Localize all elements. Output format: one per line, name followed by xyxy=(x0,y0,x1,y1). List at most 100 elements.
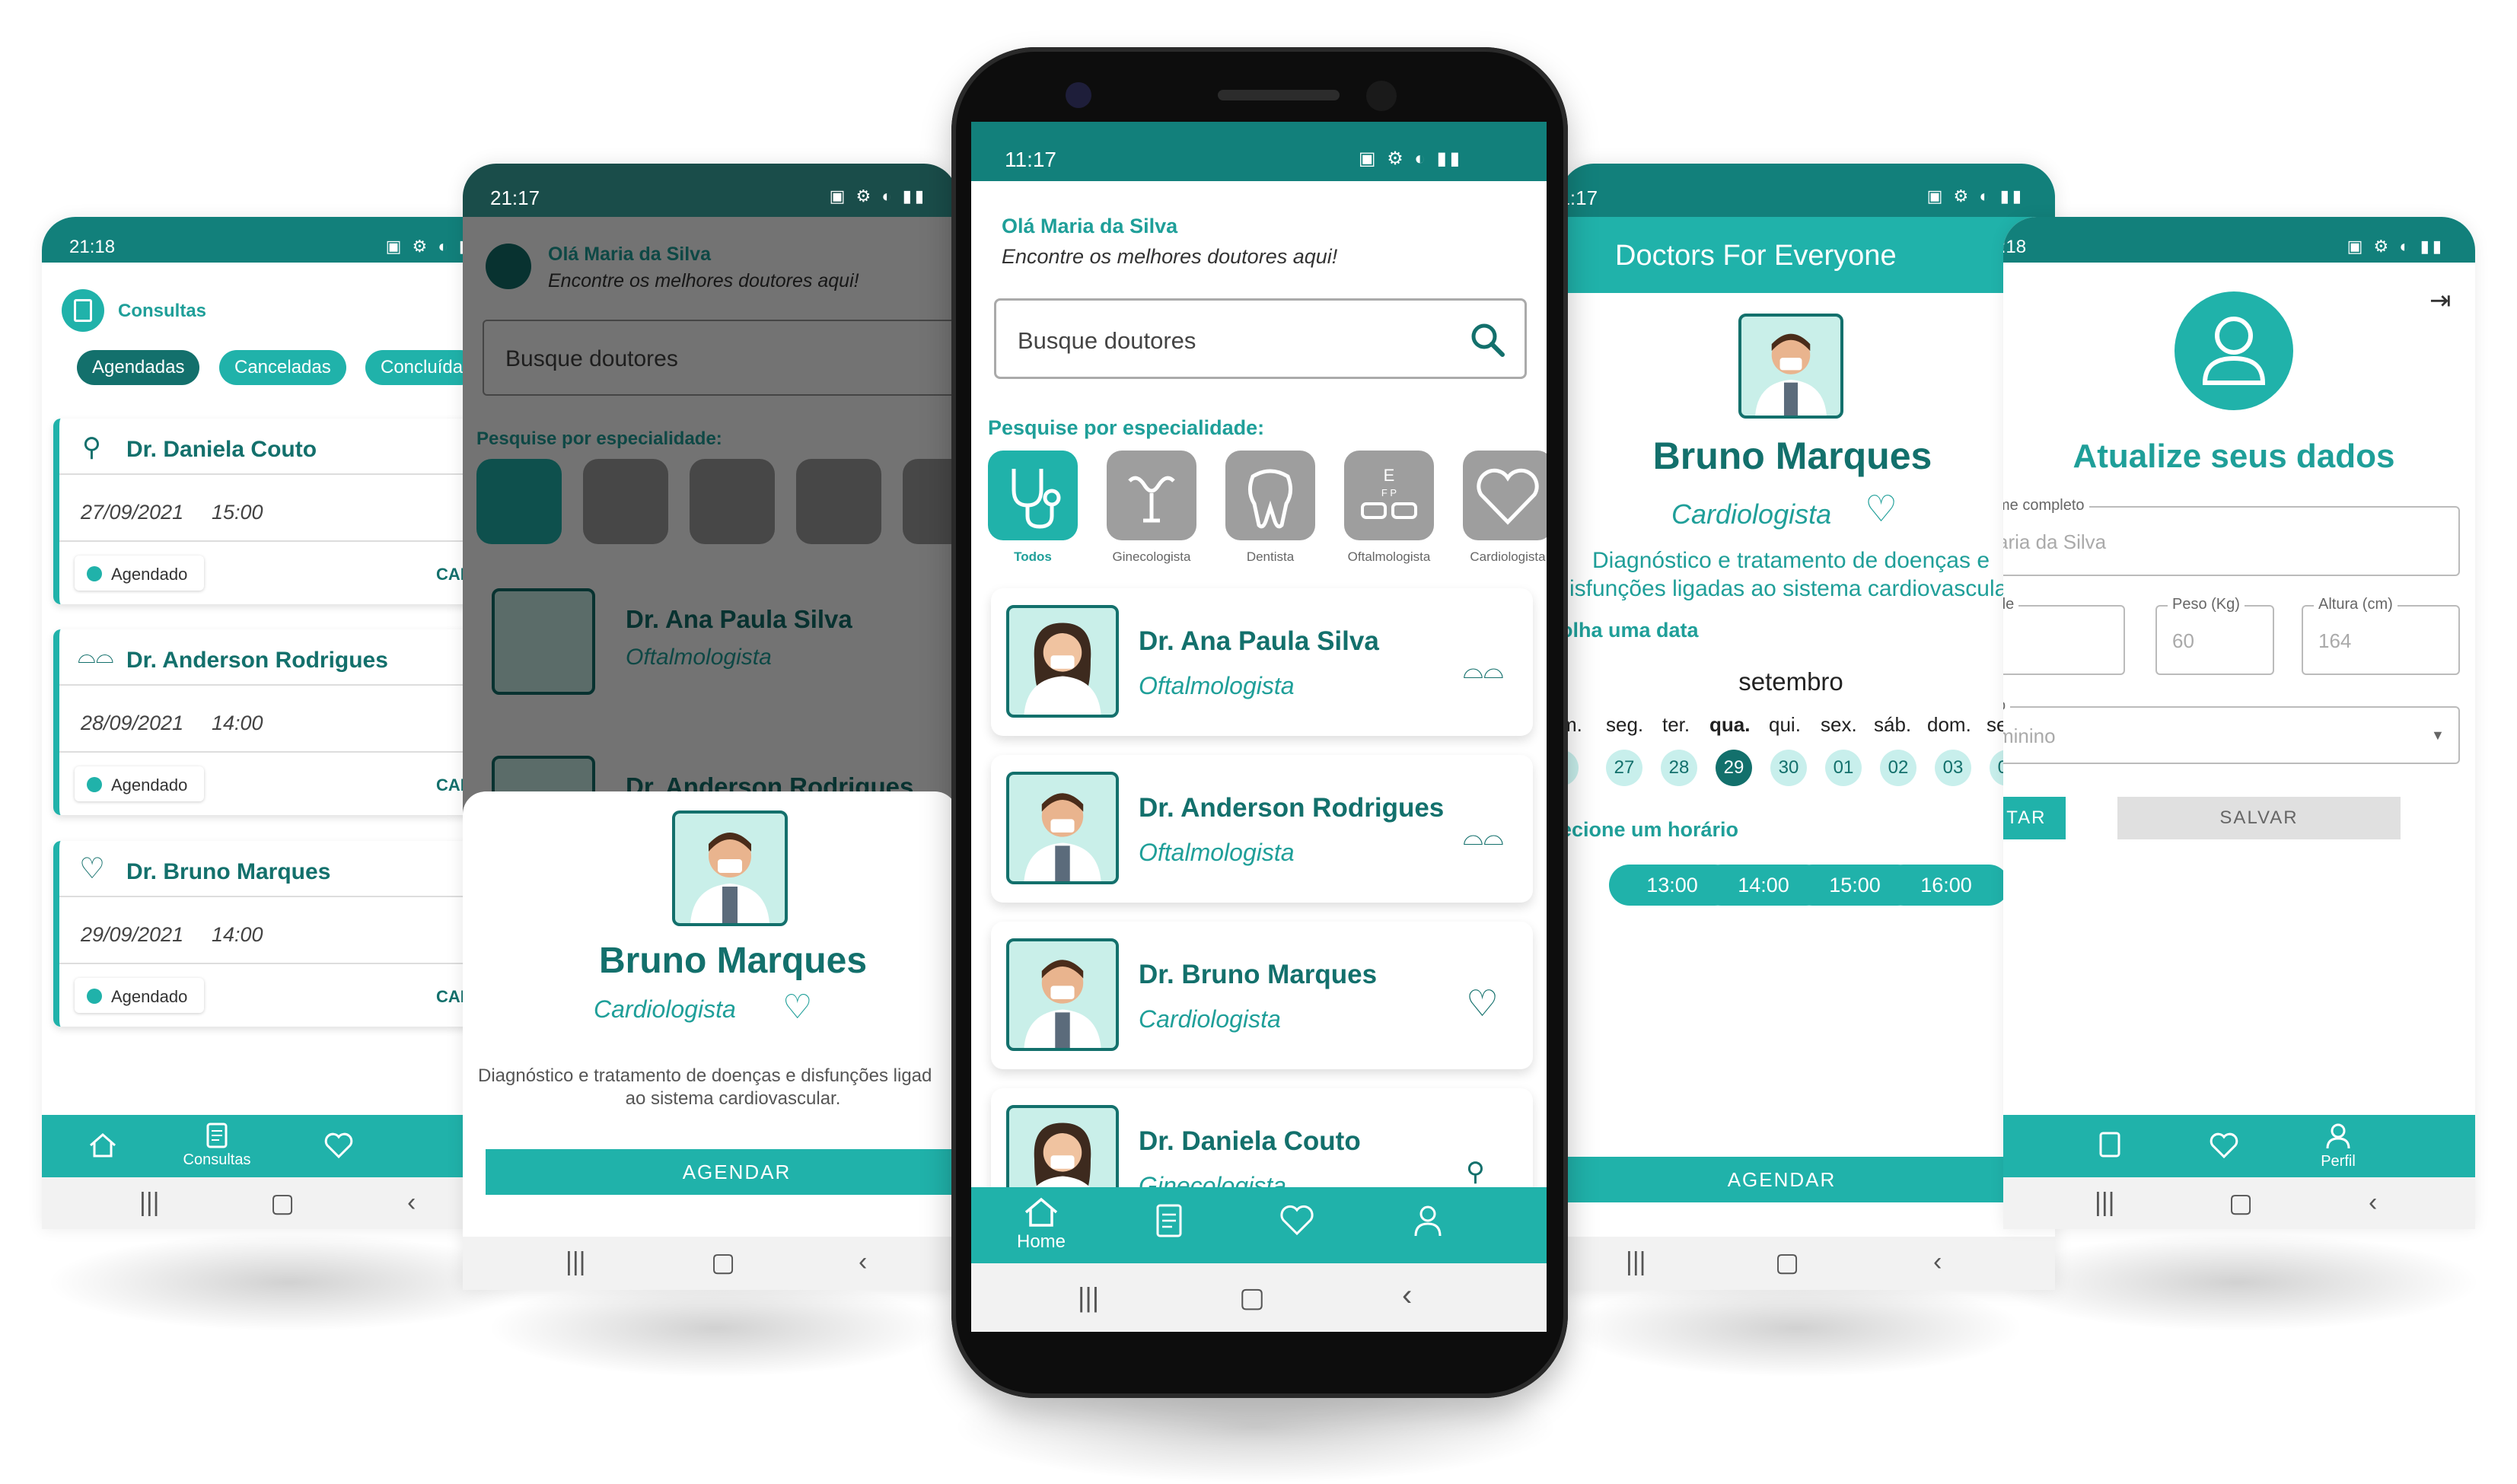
booking-screen: 21:17 ▣ ⚙ ◐ ▮▮ Doctors For Everyone Brun… xyxy=(1560,164,2055,1290)
time-slot[interactable]: 16:00 xyxy=(1883,865,2009,906)
tab-consultas[interactable] xyxy=(1123,1204,1215,1240)
heart-icon: ♡ xyxy=(1865,489,1898,530)
tab-consultas[interactable]: Consultas xyxy=(171,1123,263,1169)
specialty-cardiologista[interactable] xyxy=(1463,451,1547,540)
doctor-specialty: Cardiologista xyxy=(1139,1005,1281,1033)
schedule-button[interactable]: AGENDAR xyxy=(1560,1157,2026,1202)
filter-agendadas[interactable]: Agendadas xyxy=(77,350,200,385)
appointment-doctor: Dr. Bruno Marques xyxy=(126,859,331,884)
tab-favorites[interactable] xyxy=(2178,1132,2270,1162)
tab-perfil[interactable] xyxy=(1382,1204,1474,1240)
doctor-specialty: Cardiologista xyxy=(594,995,736,1023)
document-icon xyxy=(206,1123,228,1148)
day-chip[interactable]: 30 xyxy=(1770,750,1807,786)
status-bar: 21:18 ▣ ⚙ ◐ ▮▮ xyxy=(2003,217,2475,263)
appointment-time: 15:00 xyxy=(212,501,263,524)
sex-select[interactable]: o minino ▼ xyxy=(2003,697,2460,764)
weight-field[interactable]: Peso (Kg) 60 xyxy=(2155,596,2274,675)
recents-icon[interactable]: ||| xyxy=(1626,1247,1646,1277)
status-bar: 11:17 ▣ ⚙ ◐ ▮▮ xyxy=(971,122,1547,181)
appointment-card[interactable]: ♡ Dr. Bruno Marques 29/09/2021 14:00 Age… xyxy=(53,841,514,1027)
recents-icon[interactable]: ||| xyxy=(2095,1188,2115,1218)
document-icon xyxy=(1156,1204,1182,1237)
uterus-icon: ⚲ xyxy=(82,433,101,462)
doctor-name: Dr. Ana Paula Silva xyxy=(1139,626,1379,656)
filter-canceladas[interactable]: Canceladas xyxy=(219,350,346,385)
doctor-specialty: Oftalmologista xyxy=(1139,672,1295,699)
tab-favorites[interactable] xyxy=(1251,1204,1343,1239)
day-chip[interactable]: 01 xyxy=(1825,750,1862,786)
edit-button[interactable]: ITAR xyxy=(2003,797,2066,839)
day-chip-selected[interactable]: 29 xyxy=(1716,750,1752,786)
tab-favorites[interactable] xyxy=(293,1132,384,1162)
specialty-oftalmologista[interactable]: E F P xyxy=(1344,451,1434,540)
consultas-icon xyxy=(62,289,104,332)
main-screen: 11:17 ▣ ⚙ ◐ ▮▮ Olá Maria da Silva Encont… xyxy=(971,122,1547,1332)
heart-icon: ♡ xyxy=(79,853,106,885)
home-nav-icon[interactable]: ▢ xyxy=(1239,1282,1265,1314)
tab-perfil[interactable]: Perfil xyxy=(2292,1123,2384,1170)
specialty-dentista[interactable] xyxy=(1225,451,1315,540)
android-nav-bar: ||| ▢ ‹ xyxy=(42,1177,514,1229)
full-name-field[interactable]: me completo aria da Silva xyxy=(2003,497,2460,576)
appointment-time: 14:00 xyxy=(212,712,263,734)
status-badge: Agendado xyxy=(75,556,204,591)
tab-home[interactable]: Home xyxy=(996,1196,1087,1253)
schedule-button[interactable]: AGENDAR xyxy=(486,1149,957,1195)
home-nav-icon[interactable]: ▢ xyxy=(2229,1188,2253,1218)
day-chip[interactable]: 03 xyxy=(1935,750,1971,786)
android-nav-bar: ||| ▢ ‹ xyxy=(971,1263,1547,1332)
phone-earpiece xyxy=(1218,90,1340,100)
doctor-card[interactable]: Dr. Ana Paula Silva Oftalmologista ⌓⌓ xyxy=(991,588,1533,736)
user-icon xyxy=(2326,1123,2350,1149)
logout-icon[interactable]: ⇥ xyxy=(2429,285,2452,316)
back-icon[interactable]: ‹ xyxy=(2369,1188,2377,1218)
search-icon[interactable] xyxy=(1468,320,1508,360)
doctor-avatar xyxy=(672,810,788,926)
heart-icon: ♡ xyxy=(1466,984,1499,1024)
doctor-bottom-sheet: Bruno Marques Cardiologista ♡ Diagnóstic… xyxy=(463,791,957,1237)
tab-home[interactable] xyxy=(57,1132,148,1162)
doctor-name: Bruno Marques xyxy=(598,941,868,981)
back-icon[interactable]: ‹ xyxy=(407,1188,416,1218)
day-chip[interactable]: 28 xyxy=(1661,750,1697,786)
day-chip[interactable]: 27 xyxy=(1606,750,1642,786)
android-nav-bar: ||| ▢ ‹ xyxy=(463,1237,957,1290)
home-nav-icon[interactable]: ▢ xyxy=(270,1188,295,1218)
page-title: Atualize seus dados xyxy=(2073,438,2395,475)
day-chip[interactable]: 02 xyxy=(1880,750,1916,786)
specialty-ginecologista[interactable] xyxy=(1107,451,1196,540)
tab-consultas[interactable] xyxy=(2064,1132,2155,1161)
back-icon[interactable]: ‹ xyxy=(859,1247,867,1277)
age-field[interactable]: de xyxy=(2003,596,2125,675)
specialty-todos[interactable] xyxy=(988,451,1078,540)
recents-icon[interactable]: ||| xyxy=(1078,1282,1099,1314)
choose-time-label: ecione um horário xyxy=(1560,818,1739,841)
search-input[interactable]: Busque doutores xyxy=(994,298,1527,379)
home-nav-icon[interactable]: ▢ xyxy=(1775,1247,1799,1278)
appointment-card[interactable]: ⚲ Dr. Daniela Couto 27/09/2021 15:00 Age… xyxy=(53,419,514,604)
back-icon[interactable]: ‹ xyxy=(1933,1247,1942,1277)
doctor-name: Dr. Bruno Marques xyxy=(1139,960,1378,989)
specialty-heading: Pesquise por especialidade: xyxy=(988,416,1265,439)
save-button[interactable]: SALVAR xyxy=(2117,797,2401,839)
appointment-date: 28/09/2021 xyxy=(81,712,184,734)
back-icon[interactable]: ‹ xyxy=(1402,1279,1412,1313)
doctor-card[interactable]: Dr. Anderson Rodrigues Oftalmologista ⌓⌓ xyxy=(991,755,1533,903)
home-nav-icon[interactable]: ▢ xyxy=(711,1247,735,1278)
doctor-specialty: Cardiologista xyxy=(1671,498,1832,530)
choose-date-label: olha uma data xyxy=(1560,619,1699,642)
bottom-tab-bar: Home xyxy=(971,1187,1547,1263)
doctor-description-line1: Diagnóstico e tratamento de doenças e di… xyxy=(478,1065,932,1086)
doctor-card[interactable]: Dr. Bruno Marques Cardiologista ♡ xyxy=(991,922,1533,1069)
recents-icon[interactable]: ||| xyxy=(139,1188,160,1218)
recents-icon[interactable]: ||| xyxy=(566,1247,586,1277)
front-camera xyxy=(1066,82,1091,108)
height-field[interactable]: Altura (cm) 164 xyxy=(2302,596,2460,675)
eye-chart-icon: ⌓⌓ xyxy=(1463,655,1504,684)
filter-concluida[interactable]: Concluída xyxy=(365,350,479,385)
tooth-icon xyxy=(1248,469,1292,529)
svg-text:F P: F P xyxy=(1381,487,1397,498)
appointment-card[interactable]: ⌓⌓ Dr. Anderson Rodrigues 28/09/2021 14:… xyxy=(53,629,514,815)
doctor-description-line1: Diagnóstico e tratamento de doenças e xyxy=(1592,548,1990,573)
